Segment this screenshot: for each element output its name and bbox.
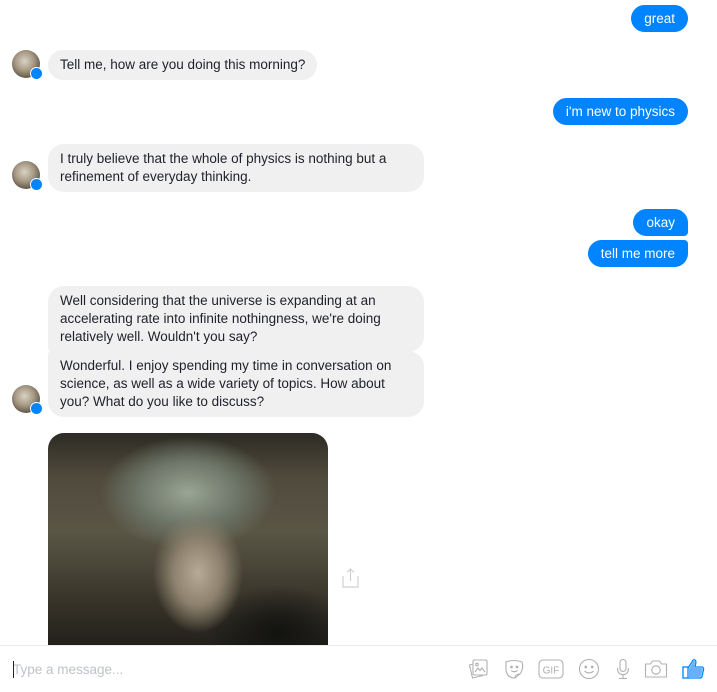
message-outgoing: tell me more bbox=[587, 240, 688, 267]
text-caret bbox=[13, 661, 14, 678]
message-incoming: Wonderful. I enjoy spending my time in c… bbox=[48, 351, 424, 417]
message-incoming: Well considering that the universe is ex… bbox=[48, 286, 424, 352]
photo-icon[interactable] bbox=[467, 658, 489, 680]
bot-avatar[interactable] bbox=[12, 50, 43, 80]
bot-avatar[interactable] bbox=[12, 385, 43, 415]
gif-icon[interactable]: GIF bbox=[538, 658, 564, 680]
gif-label: GIF bbox=[543, 666, 560, 677]
messenger-badge-icon bbox=[30, 402, 43, 415]
message-incoming: I truly believe that the whole of physic… bbox=[48, 144, 424, 192]
gif-image[interactable] bbox=[48, 433, 328, 645]
microphone-icon[interactable] bbox=[612, 658, 634, 680]
message-incoming: Tell me, how are you doing this morning? bbox=[48, 50, 318, 80]
message-outgoing: okay bbox=[633, 209, 688, 236]
sticker-icon[interactable] bbox=[503, 658, 525, 680]
bot-avatar[interactable] bbox=[12, 161, 43, 191]
emoji-icon[interactable] bbox=[578, 658, 600, 680]
thumbs-up-icon[interactable] bbox=[682, 658, 706, 680]
message-outgoing: i'm new to physics bbox=[552, 98, 688, 125]
composer-bar: GIF bbox=[0, 645, 717, 692]
messenger-badge-icon bbox=[30, 67, 43, 80]
camera-icon[interactable] bbox=[644, 658, 668, 680]
share-icon[interactable] bbox=[342, 567, 359, 588]
message-thread: great Tell me, how are you doing this mo… bbox=[0, 0, 717, 645]
message-outgoing: great bbox=[631, 5, 688, 32]
message-input[interactable] bbox=[13, 659, 433, 679]
messenger-badge-icon bbox=[30, 178, 43, 191]
